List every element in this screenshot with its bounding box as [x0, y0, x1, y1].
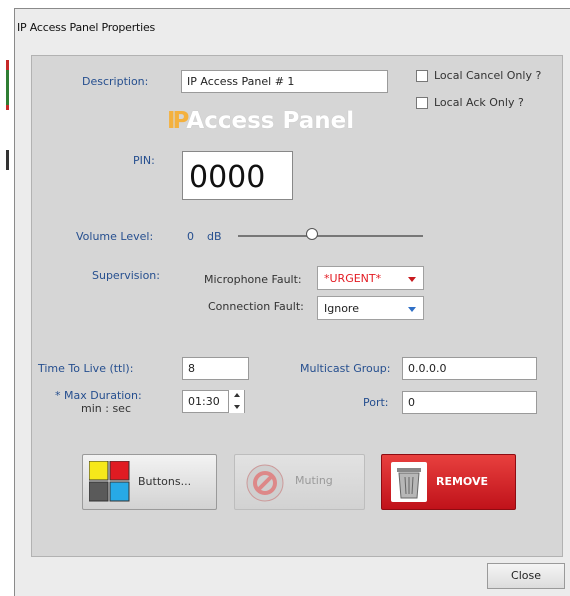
connection-fault-select[interactable]: Ignore: [317, 296, 424, 320]
dialog-window: IP Access Panel Properties Description: …: [14, 8, 570, 596]
connection-fault-value: Ignore: [324, 302, 359, 315]
microphone-fault-label: Microphone Fault:: [204, 273, 302, 286]
port-label: Port:: [363, 396, 389, 409]
ttl-label: Time To Live (ttl):: [38, 362, 134, 375]
color-grid-icon: [89, 461, 130, 502]
multicast-group-input[interactable]: [402, 357, 537, 380]
mute-icon: [246, 464, 284, 502]
local-cancel-label: Local Cancel Only ?: [434, 69, 542, 82]
dialog-title: IP Access Panel Properties: [17, 21, 156, 34]
chevron-down-icon: [408, 307, 416, 312]
max-duration-spinner[interactable]: [228, 390, 244, 413]
muting-label: Muting: [295, 474, 333, 487]
volume-unit: dB: [207, 230, 222, 243]
background-mark: [6, 150, 9, 170]
logo-ip-text: IP: [167, 108, 189, 134]
buttons-config-button[interactable]: Buttons...: [82, 454, 217, 510]
max-duration-sub-label: min : sec: [81, 402, 131, 415]
local-ack-label: Local Ack Only ?: [434, 96, 524, 109]
description-label: Description:: [82, 75, 149, 88]
volume-slider-track[interactable]: [238, 235, 423, 237]
ttl-input[interactable]: [182, 357, 249, 380]
pin-label: PIN:: [133, 154, 155, 167]
local-ack-checkbox[interactable]: [416, 97, 428, 109]
background-mark: [6, 70, 9, 105]
muting-button[interactable]: Muting: [234, 454, 365, 510]
microphone-fault-select[interactable]: *URGENT*: [317, 266, 424, 290]
buttons-label: Buttons...: [138, 475, 192, 488]
spin-down-arrow-icon[interactable]: [231, 401, 243, 412]
pin-display[interactable]: 0000: [182, 151, 293, 200]
port-input[interactable]: [402, 391, 537, 414]
local-cancel-checkbox[interactable]: [416, 70, 428, 82]
volume-label: Volume Level:: [76, 230, 154, 243]
volume-value: 0: [187, 230, 194, 243]
max-duration-label: * Max Duration:: [55, 389, 142, 402]
multicast-group-label: Multicast Group:: [300, 362, 391, 375]
chevron-down-icon: [408, 277, 416, 282]
connection-fault-label: Connection Fault:: [208, 300, 304, 313]
description-input[interactable]: [181, 70, 388, 93]
trash-icon: [391, 462, 427, 502]
remove-label: REMOVE: [436, 475, 489, 488]
background-strip: [0, 0, 14, 596]
supervision-label: Supervision:: [92, 269, 160, 282]
ip-access-panel-logo: IPAccess Panel: [167, 108, 354, 134]
volume-slider-handle[interactable]: [306, 228, 318, 240]
close-button[interactable]: Close: [487, 563, 565, 589]
spin-up-arrow-icon[interactable]: [231, 390, 243, 401]
remove-button[interactable]: REMOVE: [381, 454, 516, 510]
logo-rest-text: Access Panel: [186, 108, 355, 134]
microphone-fault-value: *URGENT*: [324, 272, 382, 285]
properties-panel: Description: Local Cancel Only ? Local A…: [31, 55, 563, 557]
